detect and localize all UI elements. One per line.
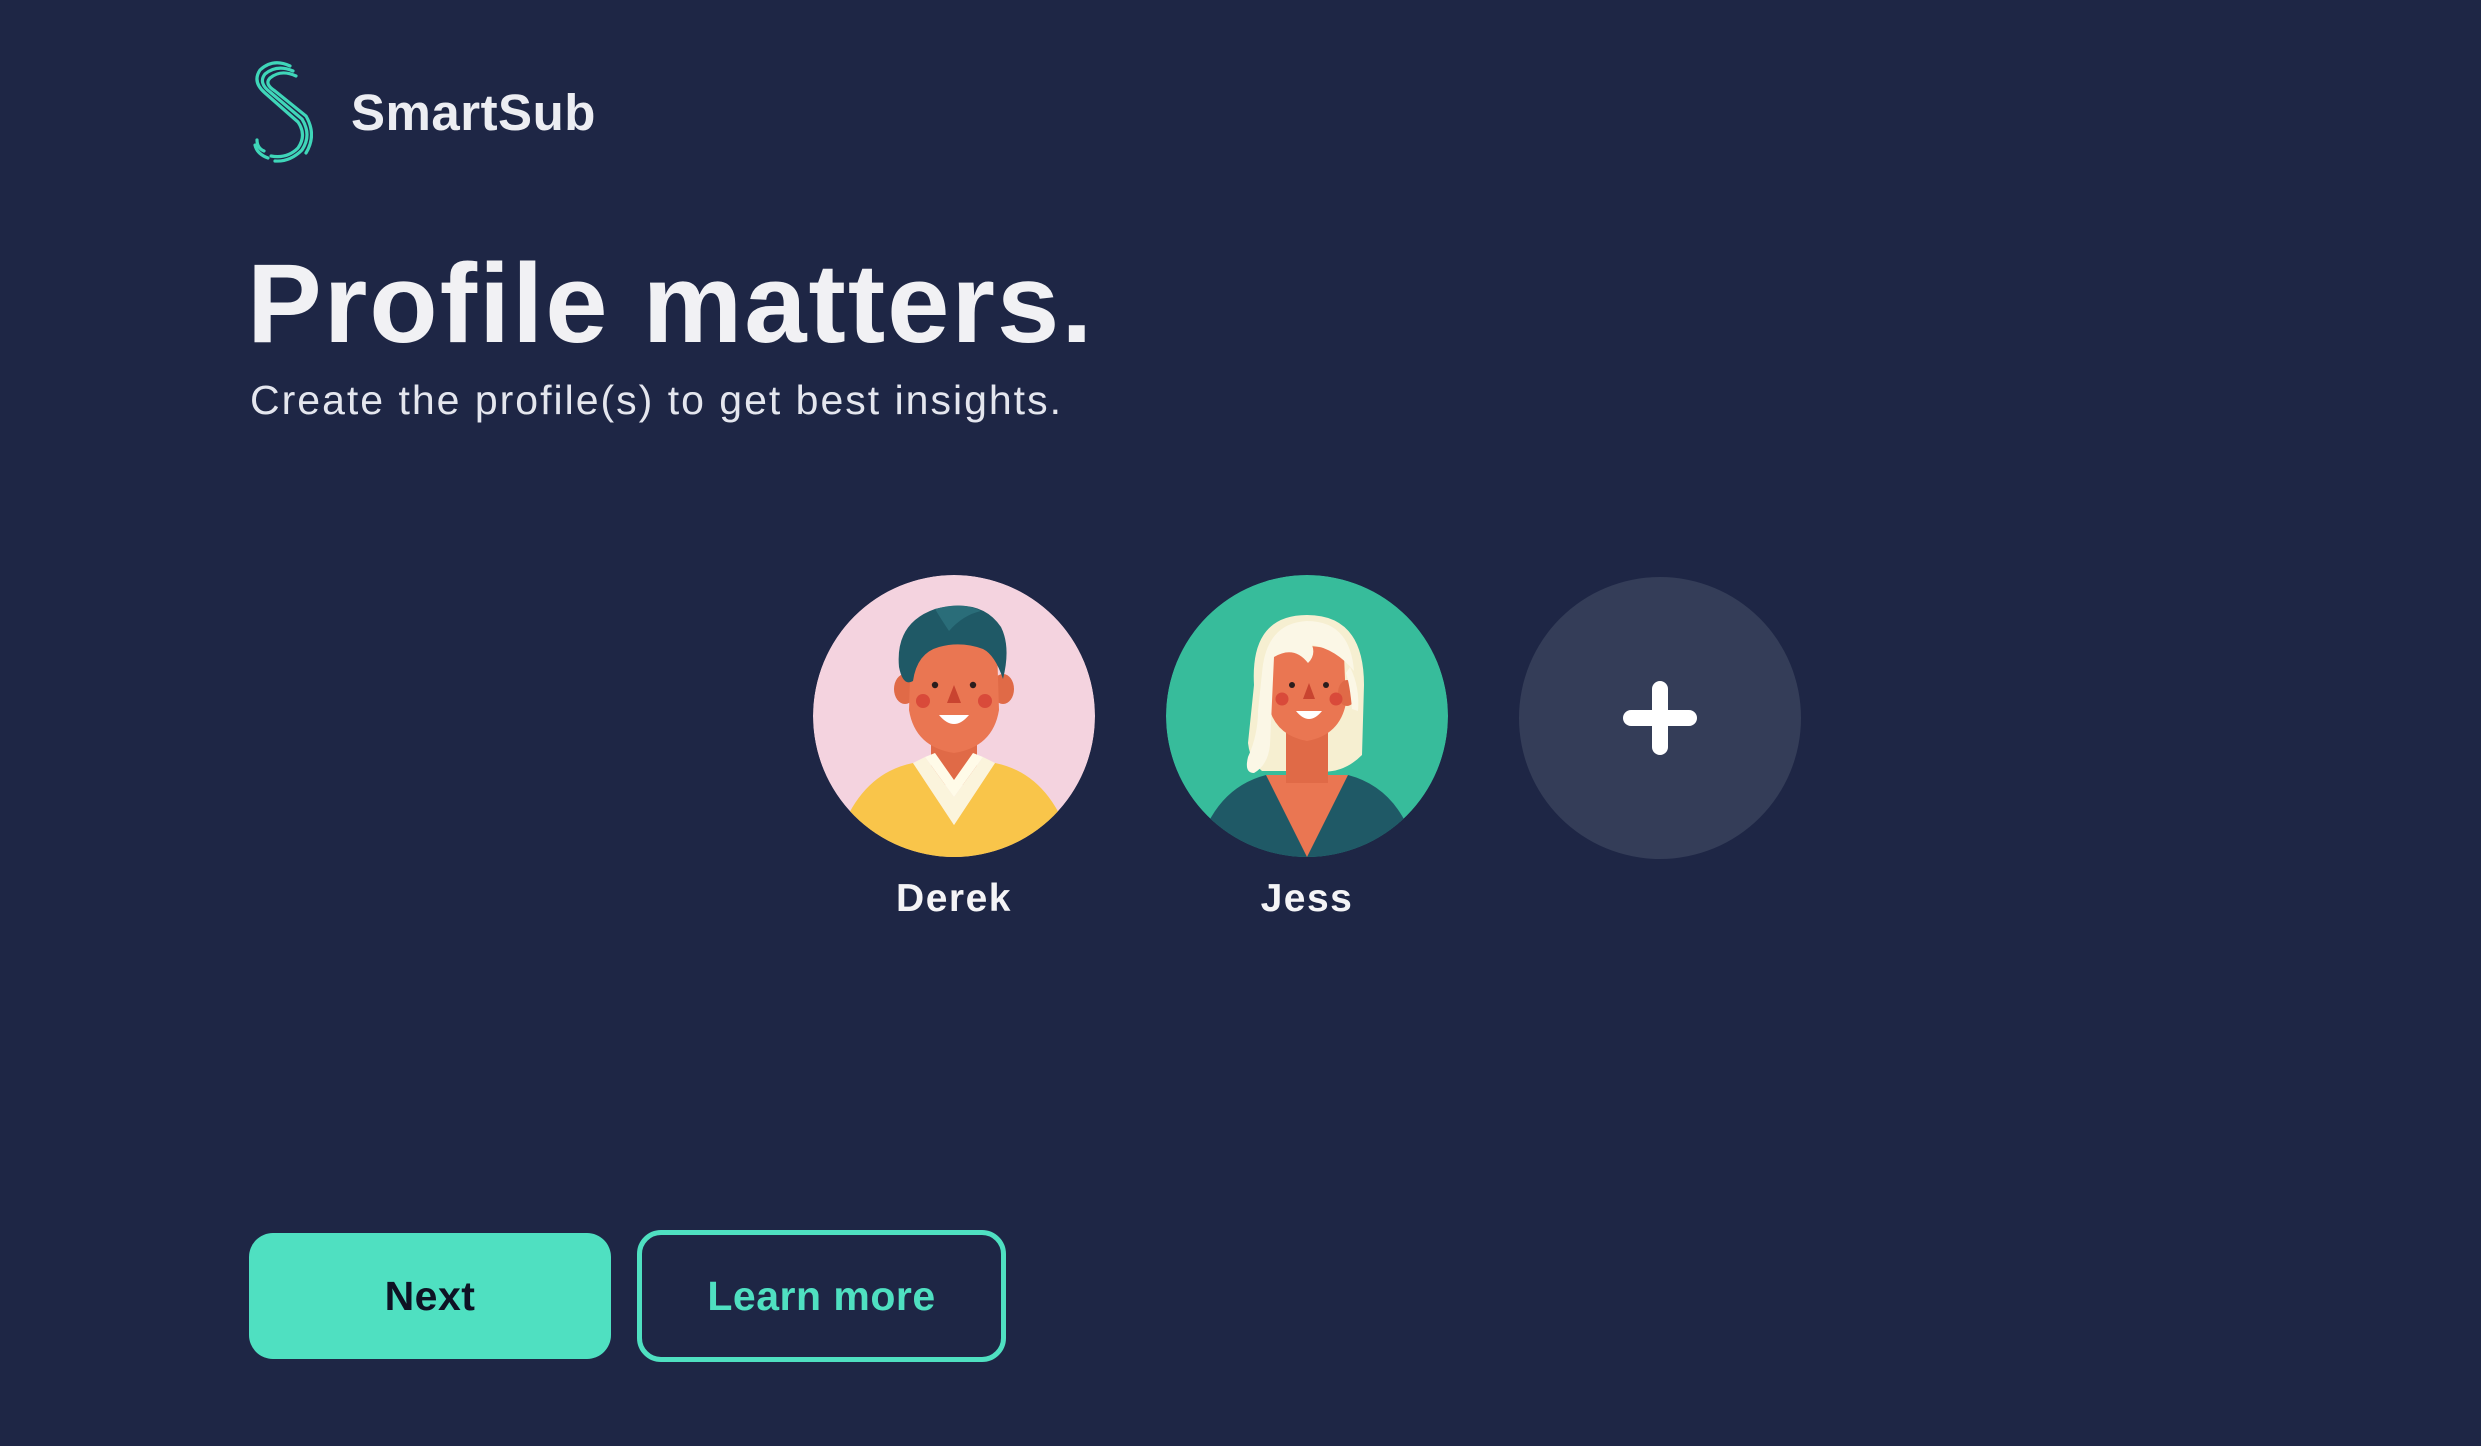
profile-card-jess[interactable]: Jess [1166,575,1448,929]
avatar [1166,575,1448,857]
man-avatar-icon [813,575,1095,857]
app-name: SmartSub [351,83,596,141]
profile-name: Derek [896,877,1012,920]
page-subtitle: Create the profile(s) to get best insigh… [250,377,1063,423]
learn-more-button[interactable]: Learn more [637,1230,1006,1362]
profile-name: Jess [1260,877,1354,920]
smartsub-s-logo-icon [253,61,313,163]
profile-card-derek[interactable]: Derek [813,575,1095,929]
next-button[interactable]: Next [249,1233,611,1359]
plus-icon [1623,681,1697,755]
page-title: Profile matters. [247,241,1095,366]
onboarding-screen: SmartSub Profile matters. Create the pro… [0,0,2481,1446]
avatar [813,575,1095,857]
add-profile-button[interactable] [1519,577,1801,859]
app-logo: SmartSub [249,60,596,164]
woman-avatar-icon [1166,575,1448,857]
